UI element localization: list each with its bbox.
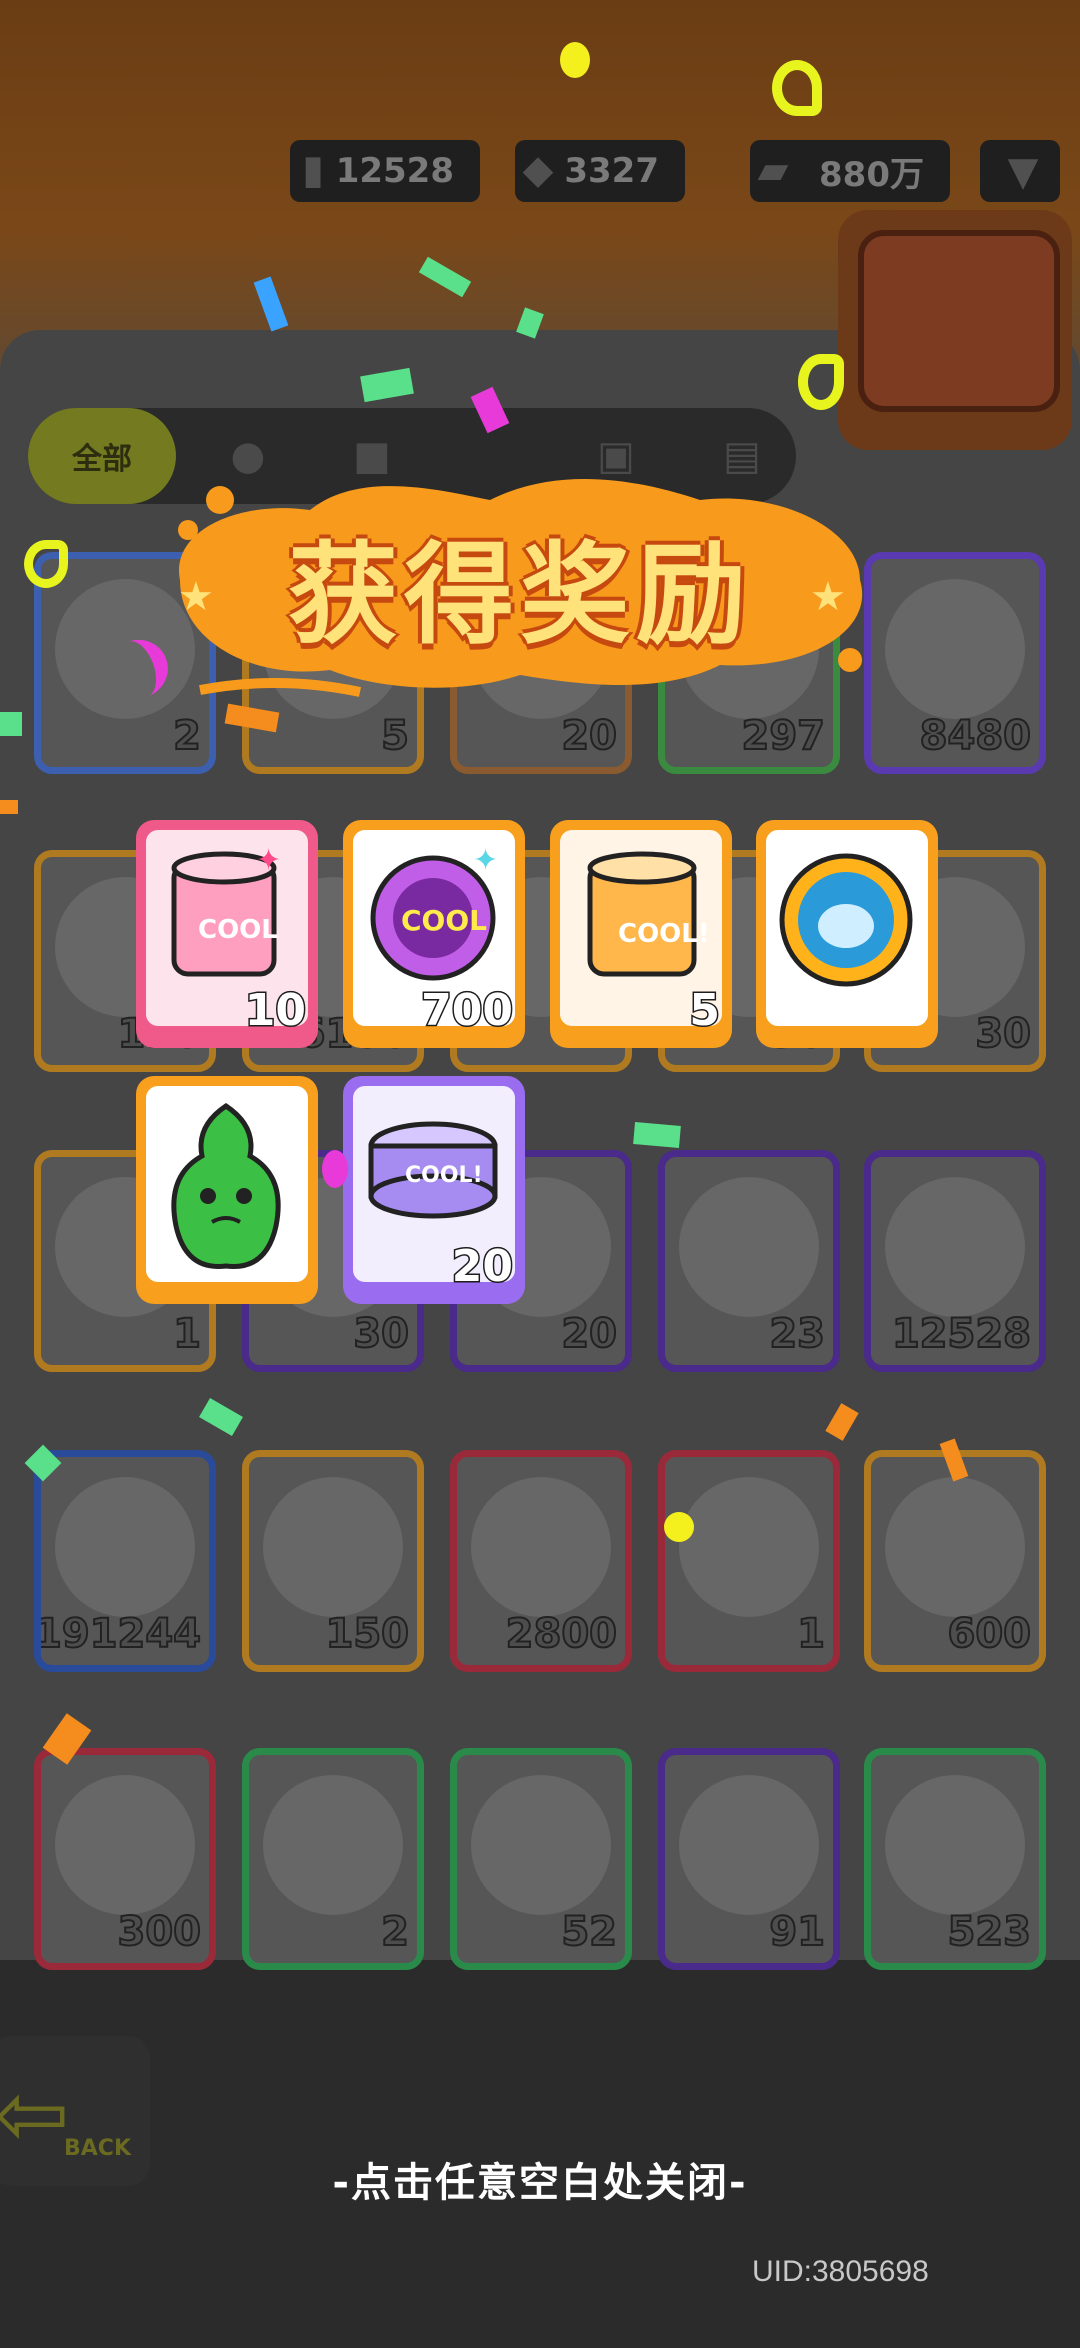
reward-orange-can[interactable]: COOL! 5 [550,820,732,1048]
reward-green-character-art-bg [146,1086,308,1282]
confetti-piece [772,60,822,116]
reward-purple-can[interactable]: COOL! 20 [343,1076,525,1304]
green-character-icon [171,1102,281,1269]
reward-coin-character[interactable] [756,820,938,1048]
svg-text:COOL: COOL [198,915,278,945]
reward-cool-badge[interactable]: COOL ✦ 700 [343,820,525,1048]
confetti-piece [798,354,844,410]
close-hint: -点击任意空白处关闭- [332,2160,748,2206]
reward-count: 700 [420,984,515,1038]
confetti-piece [0,712,22,736]
reward-count: 10 [243,984,307,1038]
reward-count: 20 [450,1240,514,1294]
confetti-piece [0,800,18,814]
confetti-piece [24,540,68,588]
user-id: UID:3805698 [752,2255,929,2288]
reward-green-character[interactable] [136,1076,318,1304]
svg-text:COOL!: COOL! [618,919,710,949]
confetti-piece [633,1122,681,1148]
confetti-piece [560,42,590,78]
svg-text:✦: ✦ [256,843,281,878]
svg-text:COOL: COOL [401,904,487,937]
reward-pink-can[interactable]: COOL ✦ 10 [136,820,318,1048]
confetti-piece [664,1512,694,1542]
confetti-piece [322,1150,348,1188]
character-coin-icon [779,853,913,987]
reward-count: 5 [688,984,722,1038]
svg-text:COOL!: COOL! [405,1163,483,1188]
reward-coin-art-bg [766,830,928,1026]
reward-title-banner: ★ ★ 获得奖励 [160,460,880,710]
reward-title: 获得奖励 [288,531,752,659]
svg-text:✦: ✦ [473,843,498,878]
